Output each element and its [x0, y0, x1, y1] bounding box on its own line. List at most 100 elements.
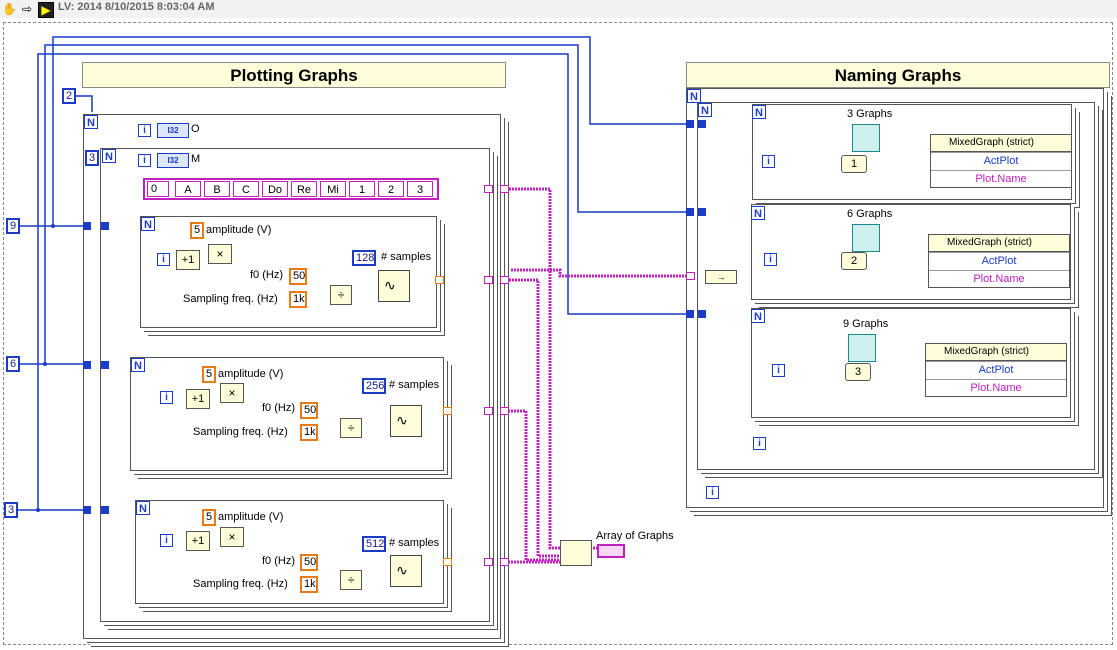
array-item[interactable]: Mi: [320, 181, 346, 197]
graph-reference-icon[interactable]: [852, 224, 880, 252]
block-iteration-terminal[interactable]: i: [160, 534, 173, 547]
i32-indicator-m[interactable]: I32: [157, 153, 189, 168]
multiply-node[interactable]: ×: [208, 244, 232, 264]
loop-count-terminal[interactable]: N: [131, 358, 145, 372]
sine-waveform-vi-icon[interactable]: ∿: [378, 270, 410, 302]
multiply-node[interactable]: ×: [220, 527, 244, 547]
right-inner-iteration-terminal[interactable]: i: [753, 437, 766, 450]
tunnel: [500, 276, 509, 284]
tunnel: [686, 208, 694, 216]
property-node[interactable]: MixedGraph (strict) ActPlot Plot.Name: [925, 343, 1067, 397]
array-of-graphs-indicator[interactable]: [597, 544, 625, 558]
actplot-property[interactable]: ActPlot: [926, 361, 1066, 379]
inner-loop-count-terminal[interactable]: N: [102, 149, 116, 163]
loop-count-terminal[interactable]: N: [751, 309, 765, 323]
samples-label: # samples: [389, 537, 440, 549]
tunnel: [443, 407, 452, 415]
property-node[interactable]: MixedGraph (strict) ActPlot Plot.Name: [928, 234, 1070, 288]
tunnel: [698, 208, 706, 216]
f0-constant[interactable]: 50: [300, 402, 318, 419]
wire-junction: [43, 362, 47, 366]
array-item[interactable]: 3: [407, 181, 433, 197]
array-of-graphs-label: Array of Graphs: [596, 530, 674, 542]
build-array-node[interactable]: [560, 540, 592, 566]
array-item[interactable]: 1: [349, 181, 375, 197]
amplitude-label: amplitude (V): [206, 224, 272, 236]
tunnel: [101, 506, 109, 514]
amplitude-constant[interactable]: 5: [202, 366, 216, 383]
increment-node[interactable]: +1: [186, 531, 210, 551]
fs-label: Sampling freq. (Hz): [183, 293, 278, 305]
samples-constant[interactable]: 256: [362, 378, 386, 394]
sine-waveform-vi-icon[interactable]: ∿: [390, 405, 422, 437]
array-item[interactable]: A: [175, 181, 201, 197]
array-item[interactable]: Re: [291, 181, 317, 197]
tunnel: [698, 120, 706, 128]
f0-constant[interactable]: 50: [289, 268, 307, 285]
outer-count-constant[interactable]: 2: [62, 88, 76, 104]
sine-waveform-vi-icon[interactable]: ∿: [390, 555, 422, 587]
plot-name-property[interactable]: Plot.Name: [926, 379, 1066, 397]
waveform-loop-3[interactable]: [135, 500, 444, 604]
block-iteration-terminal[interactable]: i: [157, 253, 170, 266]
row-count-constant-3[interactable]: 3: [4, 502, 18, 518]
graph-title: 9 Graphs: [843, 318, 889, 330]
fs-label: Sampling freq. (Hz): [193, 426, 288, 438]
amplitude-constant[interactable]: 5: [190, 222, 204, 239]
array-item[interactable]: Do: [262, 181, 288, 197]
plotting-graphs-title: Plotting Graphs: [82, 62, 506, 88]
plot-name-property[interactable]: Plot.Name: [929, 270, 1069, 288]
index-array-node[interactable]: →: [705, 270, 737, 284]
array-item[interactable]: B: [204, 181, 230, 197]
divide-node[interactable]: ÷: [330, 285, 352, 305]
right-outer-loop-count-terminal[interactable]: N: [687, 89, 701, 103]
multiply-node[interactable]: ×: [220, 383, 244, 403]
wire-junction: [36, 508, 40, 512]
string-array-constant[interactable]: 0 A B C Do Re Mi 1 2 3: [143, 178, 439, 200]
plot-name-property[interactable]: Plot.Name: [931, 170, 1071, 188]
i32-indicator-o[interactable]: I32: [157, 123, 189, 138]
increment-node[interactable]: +1: [176, 250, 200, 270]
loop-count-terminal[interactable]: N: [136, 501, 150, 515]
iteration-terminal[interactable]: i: [764, 253, 777, 266]
index-node[interactable]: 2: [841, 252, 867, 270]
actplot-property[interactable]: ActPlot: [929, 252, 1069, 270]
array-items: A B C Do Re Mi 1 2 3: [175, 181, 436, 197]
right-outer-iteration-terminal[interactable]: i: [706, 486, 719, 499]
divide-node[interactable]: ÷: [340, 570, 362, 590]
array-item[interactable]: 2: [378, 181, 404, 197]
row-count-constant-1[interactable]: 9: [6, 218, 20, 234]
tunnel: [500, 185, 509, 193]
array-item[interactable]: C: [233, 181, 259, 197]
row-count-constant-2[interactable]: 6: [6, 356, 20, 372]
loop-count-terminal[interactable]: N: [752, 105, 766, 119]
array-index-display[interactable]: 0: [147, 181, 169, 197]
index-node[interactable]: 3: [845, 363, 871, 381]
right-inner-loop-count-terminal[interactable]: N: [698, 103, 712, 117]
loop-count-terminal[interactable]: N: [141, 217, 155, 231]
index-node[interactable]: 1: [841, 155, 867, 173]
tunnel: [101, 361, 109, 369]
inner-count-constant[interactable]: 3: [85, 150, 99, 166]
graph-reference-icon[interactable]: [852, 124, 880, 152]
divide-node[interactable]: ÷: [340, 418, 362, 438]
block-iteration-terminal[interactable]: i: [160, 391, 173, 404]
inner-iteration-terminal[interactable]: i: [138, 154, 151, 167]
actplot-property[interactable]: ActPlot: [931, 152, 1071, 170]
property-node-header: MixedGraph (strict): [929, 235, 1069, 252]
increment-node[interactable]: +1: [186, 389, 210, 409]
fs-constant[interactable]: 1k: [289, 291, 307, 308]
iteration-terminal[interactable]: i: [762, 155, 775, 168]
loop-count-terminal[interactable]: N: [751, 206, 765, 220]
outer-iteration-terminal[interactable]: i: [138, 124, 151, 137]
samples-constant[interactable]: 128: [352, 250, 376, 266]
fs-constant[interactable]: 1k: [300, 576, 318, 593]
amplitude-constant[interactable]: 5: [202, 509, 216, 526]
outer-loop-count-terminal[interactable]: N: [84, 115, 98, 129]
samples-constant[interactable]: 512: [362, 536, 386, 552]
f0-constant[interactable]: 50: [300, 554, 318, 571]
iteration-terminal[interactable]: i: [772, 364, 785, 377]
fs-constant[interactable]: 1k: [300, 424, 318, 441]
graph-reference-icon[interactable]: [848, 334, 876, 362]
property-node[interactable]: MixedGraph (strict) ActPlot Plot.Name: [930, 134, 1072, 188]
